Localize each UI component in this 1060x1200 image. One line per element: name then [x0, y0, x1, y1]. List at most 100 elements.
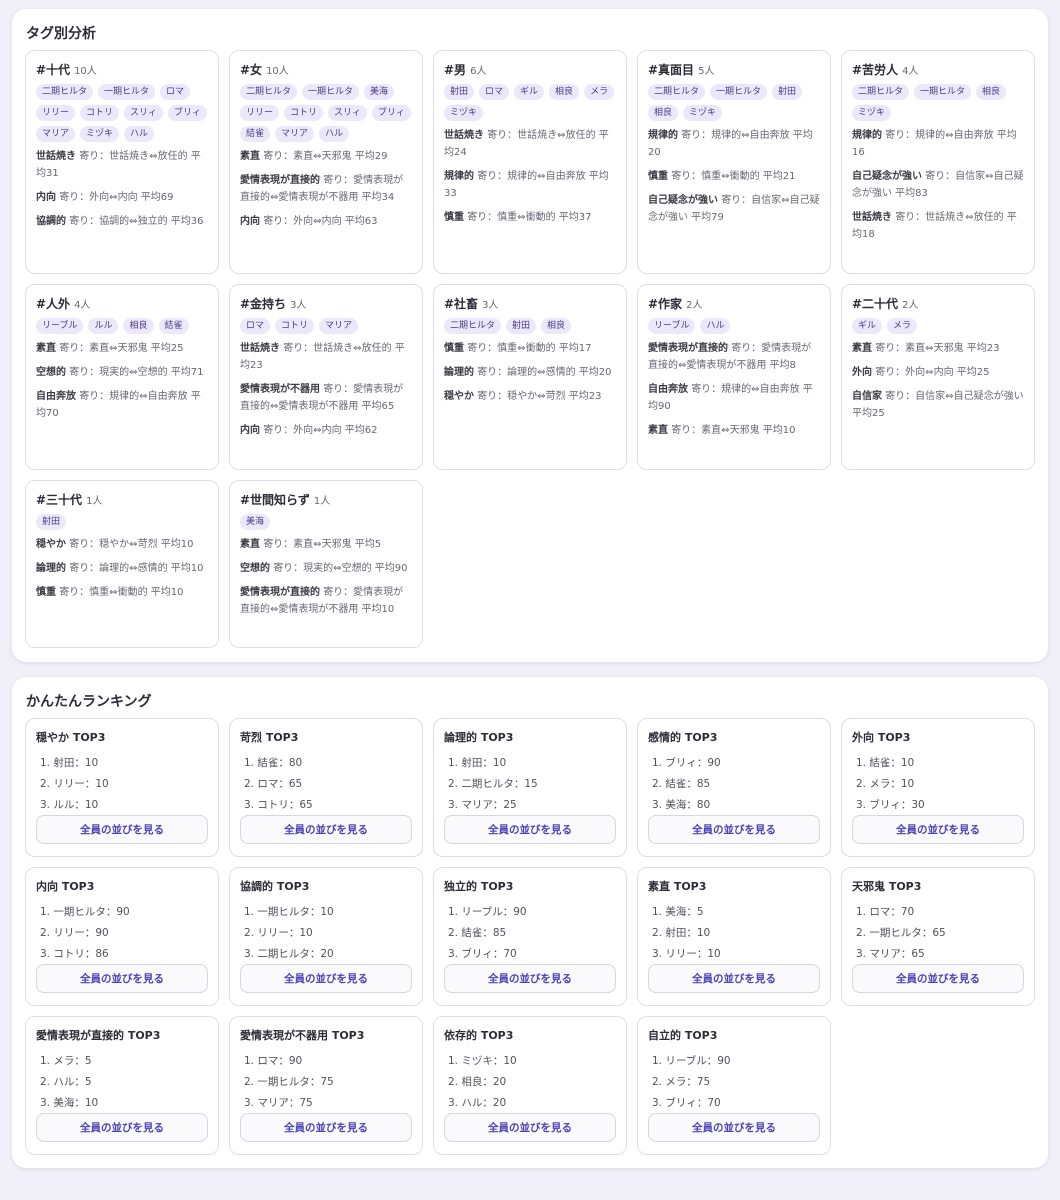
tag-stat: 協調的 寄り：協調的⇔独立的 平均36 — [36, 213, 208, 230]
ranking-list-item: 1. 結雀：10 — [856, 757, 915, 769]
ranking-list: 1. ミヅキ：10 2. 相良：20 3. ハル：20 — [444, 1051, 616, 1114]
tag-card: #三十代 1人 射田 穏やか 寄り：穏やか⇔苛烈 平均10 論理的 寄り：論理的⇔感情的… — [25, 480, 219, 648]
tag-stat: 自由奔放 寄り：規律的⇔自由奔放 平均70 — [36, 388, 208, 422]
view-all-order-button[interactable]: 全員の並びを見る — [36, 1113, 208, 1142]
ranking-list-item: 3. 二期ヒルタ：20 — [244, 948, 334, 960]
tag-stat: 慎重 寄り：慎重⇔衝動的 平均17 — [444, 340, 616, 357]
member-chip: 射田 — [772, 84, 803, 100]
tag-stat-text: 寄り：素直⇔天邪鬼 平均10 — [671, 425, 796, 436]
tag-stat-label: 空想的 — [240, 563, 270, 574]
tag-stat-label: 慎重 — [36, 587, 56, 598]
view-all-order-button[interactable]: 全員の並びを見る — [852, 815, 1024, 844]
ranking-card-title: 依存的 TOP3 — [444, 1029, 514, 1042]
view-all-order-button[interactable]: 全員の並びを見る — [648, 815, 820, 844]
tag-name: #金持ち — [240, 297, 287, 311]
tag-stat-label: 慎重 — [444, 212, 464, 223]
ranking-card-title: 愛情表現が直接的 TOP3 — [36, 1029, 161, 1042]
tag-card: #二十代 2人 ギル メラ 素直 寄り：素直⇔天邪鬼 平均23 外向 寄り：外向⇔内向 平… — [841, 284, 1035, 470]
ranking-card: 自立的 TOP3 1. リーブル：90 2. メラ：75 3. ブリィ：70 全員の並び… — [637, 1016, 831, 1155]
tag-stat-label: 素直 — [648, 425, 668, 436]
member-chip: コトリ — [275, 318, 315, 334]
tag-analysis-panel: タグ別分析 #十代 10人 二期ヒルタ 一期ヒルタ ロマ リリー コトリ スリィ ブリィ マリアミ… — [12, 9, 1048, 662]
tag-stat: 論理的 寄り：論理的⇔感情的 平均20 — [444, 364, 616, 381]
ranking-list-item: 3. マリア：65 — [856, 948, 925, 960]
view-all-order-button[interactable]: 全員の並びを見る — [36, 815, 208, 844]
tag-stat-label: 規律的 — [648, 130, 678, 141]
member-chip: ミヅキ — [444, 105, 484, 121]
view-all-order-button[interactable]: 全員の並びを見る — [648, 964, 820, 993]
tag-stat: 素直 寄り：素直⇔天邪鬼 平均25 — [36, 340, 208, 357]
view-all-order-button[interactable]: 全員の並びを見る — [852, 964, 1024, 993]
tag-stat: 慎重 寄り：慎重⇔衝動的 平均10 — [36, 584, 208, 601]
member-chip: コトリ — [284, 105, 324, 121]
member-chip-list: 二期ヒルタ 一期ヒルタ ロマ リリー コトリ スリィ ブリィ マリア ミヅキ ハル — [36, 84, 208, 142]
member-chip-list: 射田 — [36, 514, 208, 530]
member-chip-list: リーブル ハル — [648, 318, 820, 334]
ranking-list-item: 1. 結雀：80 — [244, 757, 303, 769]
member-chip: 一期ヒルタ — [914, 84, 972, 100]
tag-stat-label: 規律的 — [852, 130, 882, 141]
view-all-order-button[interactable]: 全員の並びを見る — [444, 964, 616, 993]
ranking-list-item: 2. ハル：5 — [40, 1076, 92, 1088]
tag-stat: 世話焼き 寄り：世話焼き⇔放任的 平均18 — [852, 209, 1024, 243]
tag-stat: 愛情表現が直接的 寄り：愛情表現が直接的⇔愛情表現が不器用 平均8 — [648, 340, 820, 374]
ranking-list-item: 2. 一期ヒルタ：65 — [856, 927, 946, 939]
tag-stat-label: 素直 — [36, 343, 56, 354]
tag-member-count: 10人 — [74, 66, 97, 77]
tag-stat-label: 規律的 — [444, 171, 474, 182]
tag-stat-label: 内向 — [240, 216, 260, 227]
tag-name: #人外 — [36, 297, 71, 311]
tag-stat: 外向 寄り：外向⇔内向 平均25 — [852, 364, 1024, 381]
tag-stat-label: 論理的 — [444, 367, 474, 378]
view-all-order-button[interactable]: 全員の並びを見る — [444, 815, 616, 844]
member-chip: 射田 — [506, 318, 537, 334]
tag-member-count: 6人 — [470, 66, 487, 77]
tag-stat-label: 世話焼き — [444, 130, 484, 141]
tag-name: #男 — [444, 63, 467, 77]
view-all-order-button[interactable]: 全員の並びを見る — [240, 964, 412, 993]
ranking-list: 1. 一期ヒルタ：90 2. リリー：90 3. コトリ：86 — [36, 902, 208, 965]
member-chip: コトリ — [80, 105, 120, 121]
view-all-order-button[interactable]: 全員の並びを見る — [648, 1113, 820, 1142]
member-chip: リリー — [36, 105, 76, 121]
tag-card: #作家 2人 リーブル ハル 愛情表現が直接的 寄り：愛情表現が直接的⇔愛情表現が不器用… — [637, 284, 831, 470]
tag-stat-label: 内向 — [240, 425, 260, 436]
view-all-order-button[interactable]: 全員の並びを見る — [36, 964, 208, 993]
ranking-list-item: 1. ブリィ：90 — [652, 757, 721, 769]
tag-stat-text: 寄り：慎重⇔衝動的 平均10 — [59, 587, 184, 598]
member-chip: ミヅキ — [683, 105, 723, 121]
ranking-list: 1. リーブル：90 2. メラ：75 3. ブリィ：70 — [648, 1051, 820, 1114]
member-chip: マリア — [319, 318, 359, 334]
tag-stat-text: 寄り：慎重⇔衝動的 平均37 — [467, 212, 592, 223]
tag-card-grid: #十代 10人二期ヒルタ 一期ヒルタ ロマ リリー コトリ スリィ ブリィ マリア ミヅキ ハル世話… — [25, 50, 1035, 648]
member-chip: ブリィ — [372, 105, 412, 121]
tag-stat: 愛情表現が不器用 寄り：愛情表現が直接的⇔愛情表現が不器用 平均65 — [240, 381, 412, 415]
tag-stat: 慎重 寄り：慎重⇔衝動的 平均21 — [648, 168, 820, 185]
tag-stat-text: 寄り：現実的⇔空想的 平均71 — [69, 367, 204, 378]
member-chip: ハル — [700, 318, 731, 334]
tag-stat-label: 穏やか — [444, 391, 474, 402]
view-all-order-button[interactable]: 全員の並びを見る — [240, 1113, 412, 1142]
tag-stat: 慎重 寄り：慎重⇔衝動的 平均37 — [444, 209, 616, 226]
member-chip: 美海 — [364, 84, 395, 100]
tag-name: #十代 — [36, 63, 71, 77]
tag-card-header: #人外 4人 — [36, 295, 208, 312]
tag-stat-label: 外向 — [852, 367, 872, 378]
ranking-list: 1. 美海：5 2. 射田：10 3. リリー：10 — [648, 902, 820, 965]
ranking-card-title: 外向 TOP3 — [852, 731, 911, 744]
tag-card-header: #苦労人 4人 — [852, 61, 1024, 78]
tag-stat-label: 世話焼き — [36, 151, 76, 162]
tag-member-count: 4人 — [74, 300, 91, 311]
ranking-list: 1. 射田：10 2. 二期ヒルタ：15 3. マリア：25 — [444, 753, 616, 816]
tag-stat: 素直 寄り：素直⇔天邪鬼 平均5 — [240, 536, 412, 553]
tag-stat: 愛情表現が直接的 寄り：愛情表現が直接的⇔愛情表現が不器用 平均34 — [240, 172, 412, 206]
tag-stat: 世話焼き 寄り：世話焼き⇔放任的 平均31 — [36, 148, 208, 182]
tag-stat: 論理的 寄り：論理的⇔感情的 平均10 — [36, 560, 208, 577]
member-chip: ルル — [88, 318, 119, 334]
ranking-list-item: 2. メラ：75 — [652, 1076, 711, 1088]
member-chip: ミヅキ — [80, 126, 120, 142]
member-chip: 相良 — [648, 105, 679, 121]
member-chip: 一期ヒルタ — [710, 84, 768, 100]
view-all-order-button[interactable]: 全員の並びを見る — [444, 1113, 616, 1142]
view-all-order-button[interactable]: 全員の並びを見る — [240, 815, 412, 844]
